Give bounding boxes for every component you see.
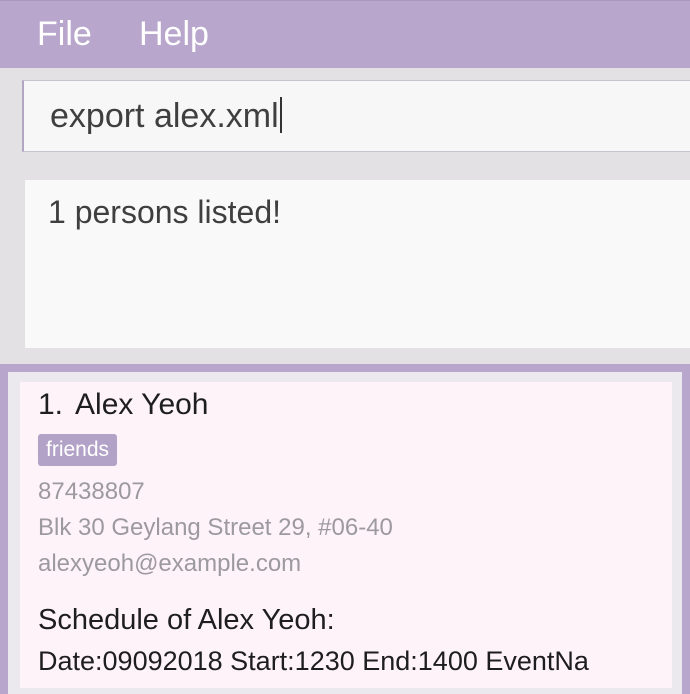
person-tag: friends [38,434,118,466]
result-display: 1 persons listed! [25,180,690,348]
text-caret [279,97,282,133]
command-input-value: export alex.xml [50,97,279,135]
person-list-panel: 1. Alex Yeoh friends 87438807 Blk 30 Geyl… [0,364,690,694]
person-card[interactable]: 1. Alex Yeoh friends 87438807 Blk 30 Geyl… [20,382,672,688]
command-box[interactable]: export alex.xml [22,80,690,152]
menu-help[interactable]: Help [139,15,209,54]
menu-bar: File Help [0,0,690,68]
person-name: Alex Yeoh [75,388,209,421]
command-input[interactable]: export alex.xml [50,97,282,136]
person-phone: 87438807 [38,478,145,505]
person-address: Blk 30 Geylang Street 29, #06-40 [38,514,393,541]
menu-file[interactable]: File [37,15,92,54]
person-list[interactable]: 1. Alex Yeoh friends 87438807 Blk 30 Geyl… [8,372,682,694]
schedule-entry: Date:09092018 Start:1230 End:1400 EventN… [38,646,589,676]
person-index: 1. [38,388,64,421]
result-message: 1 persons listed! [48,194,282,230]
person-email: alexyeoh@example.com [38,550,302,577]
person-name-row: 1. Alex Yeoh [38,388,209,422]
schedule-title: Schedule of Alex Yeoh: [38,604,335,636]
